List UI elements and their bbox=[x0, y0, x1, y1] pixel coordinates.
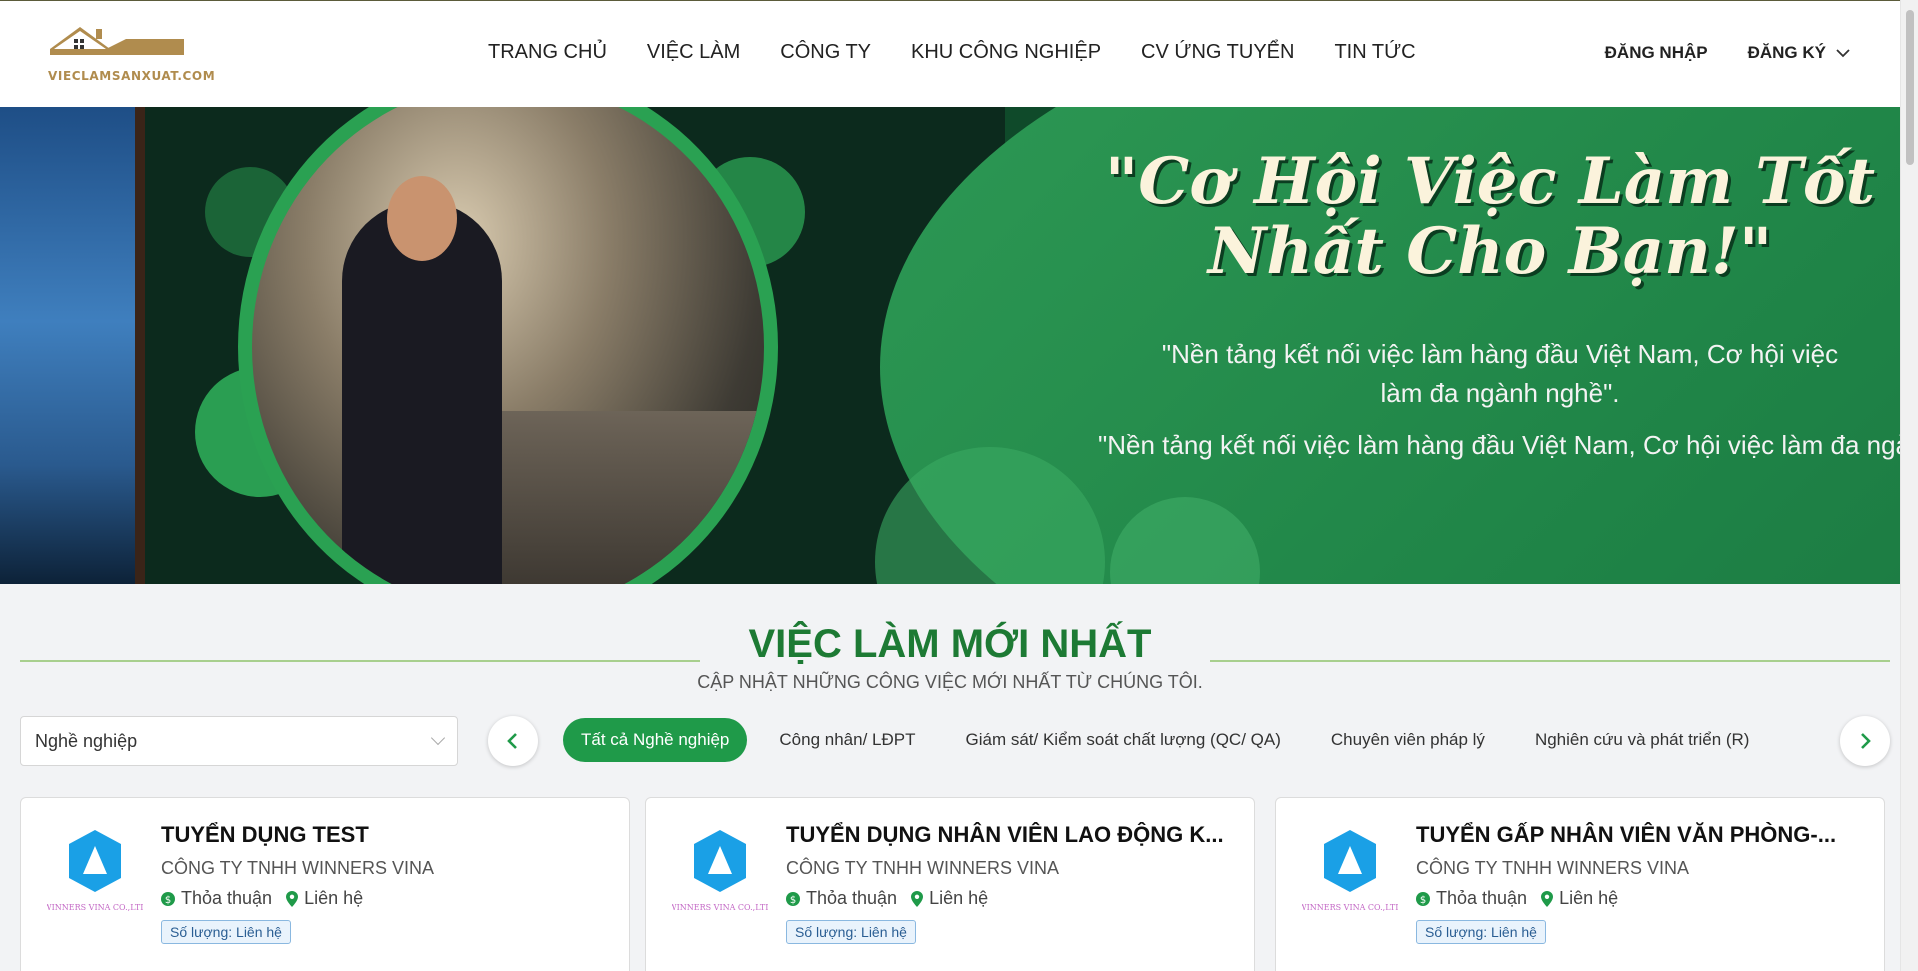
chips-next-button[interactable] bbox=[1840, 716, 1890, 766]
chip-all-careers[interactable]: Tất cả Nghề nghiệp bbox=[563, 718, 748, 762]
job-card[interactable]: WINNERS VINA CO.,LTD TUYỂN DỤNG TEST CÔN… bbox=[20, 797, 630, 971]
auth-links: ĐĂNG NHẬP ĐĂNG KÝ bbox=[1605, 43, 1850, 63]
register-dropdown[interactable]: ĐĂNG KÝ bbox=[1748, 43, 1850, 63]
section-subtitle: CẬP NHẬT NHỮNG CÔNG VIỆC MỚI NHẤT TỪ CHÚ… bbox=[697, 672, 1203, 692]
job-card[interactable]: WINNERS VINA CO.,LTD TUYỂN GẤP NHÂN VIÊN… bbox=[1275, 797, 1885, 971]
login-link[interactable]: ĐĂNG NHẬP bbox=[1605, 43, 1708, 63]
salary-value: Thỏa thuận bbox=[181, 888, 273, 908]
dollar-icon: $ bbox=[1416, 891, 1430, 906]
nav-khu-cong-nghiep[interactable]: KHU CÔNG NGHIỆP bbox=[911, 41, 1101, 64]
location-value: Liên hệ bbox=[304, 888, 364, 908]
chip-phap-ly[interactable]: Chuyên viên pháp lý bbox=[1313, 718, 1503, 762]
banner-headline: "Cơ Hội Việc Làm Tốt Nhất Cho Bạn!" bbox=[1100, 144, 1880, 290]
salary-value: Thỏa thuận bbox=[806, 888, 898, 908]
nav-cong-ty[interactable]: CÔNG TY bbox=[780, 41, 871, 64]
company-logo-image: WINNERS VINA CO.,LTD bbox=[1298, 830, 1402, 912]
section-title: VIỆC LÀM MỚI NHẤT bbox=[748, 622, 1152, 666]
dollar-icon: $ bbox=[161, 891, 175, 906]
career-select-value: Nghề nghiệp bbox=[35, 730, 138, 751]
nav-viec-lam[interactable]: VIỆC LÀM bbox=[647, 41, 740, 64]
salary: $ Thỏa thuận bbox=[1416, 888, 1527, 909]
nav-tin-tuc[interactable]: TIN TỨC bbox=[1334, 41, 1415, 64]
svg-text:$: $ bbox=[165, 895, 171, 906]
job-card[interactable]: WINNERS VINA CO.,LTD TUYỂN DỤNG NHÂN VIÊ… bbox=[645, 797, 1255, 971]
chevron-left-icon bbox=[507, 733, 517, 749]
company-logo-image: WINNERS VINA CO.,LTD bbox=[668, 830, 772, 912]
banner-headline-line1: "Cơ Hội Việc Làm Tốt bbox=[1104, 144, 1876, 219]
career-select[interactable]: Nghề nghiệp bbox=[20, 716, 458, 766]
chevron-down-icon bbox=[1836, 49, 1850, 58]
speaker-head bbox=[387, 176, 457, 261]
nav-cv-ung-tuyen[interactable]: CV ỨNG TUYỂN bbox=[1141, 41, 1294, 64]
hero-banner: "Cơ Hội Việc Làm Tốt Nhất Cho Bạn!" "Nền… bbox=[0, 107, 1900, 584]
location-value: Liên hệ bbox=[1559, 888, 1619, 908]
career-chips: Tất cả Nghề nghiệp Công nhân/ LĐPT Giám … bbox=[563, 718, 1781, 762]
site-header: VIECLAMSANXUAT.COM TRANG CHỦ VIỆC LÀM CÔ… bbox=[0, 0, 1900, 107]
chip-cong-nhan[interactable]: Công nhân/ LĐPT bbox=[761, 718, 933, 762]
job-meta: $ Thỏa thuận Liên hệ bbox=[786, 888, 1002, 909]
main-nav: TRANG CHỦ VIỆC LÀM CÔNG TY KHU CÔNG NGHI… bbox=[488, 41, 1456, 64]
company-name[interactable]: CÔNG TY TNHH WINNERS VINA bbox=[1416, 858, 1689, 879]
logo-caption: WINNERS VINA CO.,LTD bbox=[47, 903, 143, 912]
logo-caption: WINNERS VINA CO.,LTD bbox=[672, 903, 768, 912]
quantity-badge: Số lượng: Liên hệ bbox=[786, 920, 916, 944]
job-meta: $ Thỏa thuận Liên hệ bbox=[161, 888, 377, 909]
location: Liên hệ bbox=[1541, 888, 1618, 909]
scrollbar-thumb[interactable] bbox=[1906, 10, 1914, 165]
company-logo: WINNERS VINA CO.,LTD bbox=[668, 826, 772, 916]
job-meta: $ Thỏa thuận Liên hệ bbox=[1416, 888, 1632, 909]
banner-divider bbox=[135, 107, 145, 584]
svg-text:$: $ bbox=[1420, 895, 1426, 906]
logo-caption: WINNERS VINA CO.,LTD bbox=[1302, 903, 1398, 912]
chips-prev-button[interactable] bbox=[488, 716, 538, 766]
nav-trang-chu[interactable]: TRANG CHỦ bbox=[488, 41, 607, 64]
register-label: ĐĂNG KÝ bbox=[1747, 43, 1826, 62]
chip-qc-qa[interactable]: Giám sát/ Kiểm soát chất lượng (QC/ QA) bbox=[947, 718, 1298, 762]
banner-headline-line2: Nhất Cho Bạn!" bbox=[1207, 214, 1773, 290]
map-pin-icon bbox=[911, 890, 924, 907]
job-title[interactable]: TUYỂN DỤNG TEST bbox=[161, 822, 611, 848]
chevron-right-icon bbox=[1861, 733, 1871, 749]
chevron-down-icon bbox=[430, 730, 446, 746]
company-name[interactable]: CÔNG TY TNHH WINNERS VINA bbox=[786, 858, 1059, 879]
job-title[interactable]: TUYỂN GẤP NHÂN VIÊN VĂN PHÒNG-... bbox=[1416, 822, 1866, 848]
salary: $ Thỏa thuận bbox=[161, 888, 272, 909]
logo-text: VIECLAMSANXUAT.COM bbox=[48, 69, 216, 83]
speaker-photo bbox=[238, 107, 778, 584]
job-title[interactable]: TUYỂN DỤNG NHÂN VIÊN LAO ĐỘNG K... bbox=[786, 822, 1236, 848]
map-pin-icon bbox=[286, 890, 299, 907]
salary-value: Thỏa thuận bbox=[1436, 888, 1528, 908]
city-image-strip bbox=[0, 107, 135, 584]
chip-nghien-cuu[interactable]: Nghiên cứu và phát triển (R) bbox=[1517, 718, 1768, 762]
svg-text:$: $ bbox=[790, 895, 796, 906]
location-value: Liên hệ bbox=[929, 888, 989, 908]
house-logo-icon bbox=[50, 27, 184, 55]
location: Liên hệ bbox=[911, 888, 988, 909]
company-name[interactable]: CÔNG TY TNHH WINNERS VINA bbox=[161, 858, 434, 879]
dollar-icon: $ bbox=[786, 891, 800, 906]
banner-subtext-repeat: "Nền tảng kết nối việc làm hàng đầu Việt… bbox=[1098, 430, 1900, 460]
site-logo[interactable]: VIECLAMSANXUAT.COM bbox=[46, 23, 216, 87]
page-scrollbar[interactable] bbox=[1900, 0, 1918, 971]
location: Liên hệ bbox=[286, 888, 363, 909]
map-pin-icon bbox=[1541, 890, 1554, 907]
company-logo-image: WINNERS VINA CO.,LTD bbox=[43, 830, 147, 912]
company-logo: WINNERS VINA CO.,LTD bbox=[43, 826, 147, 916]
salary: $ Thỏa thuận bbox=[786, 888, 897, 909]
company-logo: WINNERS VINA CO.,LTD bbox=[1298, 826, 1402, 916]
banner-subtext: "Nền tảng kết nối việc làm hàng đầu Việt… bbox=[1161, 339, 1839, 408]
quantity-badge: Số lượng: Liên hệ bbox=[1416, 920, 1546, 944]
quantity-badge: Số lượng: Liên hệ bbox=[161, 920, 291, 944]
